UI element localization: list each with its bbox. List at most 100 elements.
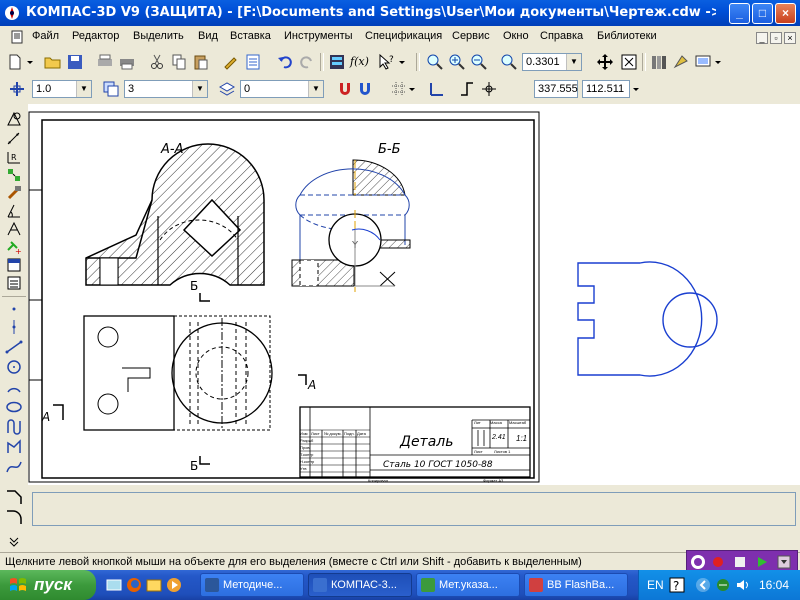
zoom-out-icon[interactable]: [470, 53, 488, 71]
tray-expand-icon[interactable]: [695, 577, 711, 593]
ortho-mode-icon[interactable]: [458, 80, 476, 98]
doc-minimize-button[interactable]: _: [756, 32, 768, 44]
task-button-4[interactable]: BB FlashBa...: [524, 573, 628, 597]
stop-icon[interactable]: [733, 555, 747, 569]
measure-tool-icon[interactable]: [5, 202, 23, 220]
menu-service[interactable]: Сервис: [452, 30, 490, 42]
explorer-icon[interactable]: [146, 577, 162, 593]
start-button[interactable]: пуск: [0, 570, 96, 600]
zoom-scale-icon[interactable]: [500, 53, 518, 71]
command-input-box[interactable]: [32, 492, 796, 526]
dimensions-tool-icon[interactable]: [5, 130, 23, 148]
record-icon[interactable]: [711, 555, 725, 569]
reports-tool-icon[interactable]: [5, 256, 23, 274]
ellipse-tool-icon[interactable]: [5, 398, 23, 416]
save-icon[interactable]: [66, 53, 84, 71]
arc-tool-icon[interactable]: [5, 378, 23, 396]
dropdown-arrow-icon[interactable]: [398, 53, 406, 71]
layer-icon[interactable]: [218, 80, 236, 98]
menu-help[interactable]: Справка: [540, 30, 583, 42]
play-icon[interactable]: [755, 555, 769, 569]
menu-insert[interactable]: Вставка: [230, 30, 271, 42]
zoom-window-icon[interactable]: [426, 53, 444, 71]
circle-tool-icon[interactable]: [5, 358, 23, 376]
media-player-icon[interactable]: [166, 577, 182, 593]
task-button-2[interactable]: КОМПАС-3...: [308, 573, 412, 597]
show-desktop-icon[interactable]: [106, 577, 122, 593]
variables-manager-icon[interactable]: [328, 53, 346, 71]
dropdown-arrow-icon[interactable]: [632, 80, 640, 98]
geometry-tool-icon[interactable]: [5, 110, 23, 128]
layer-combo[interactable]: 0 ▼: [240, 80, 324, 98]
chevron-down-icon[interactable]: ▼: [308, 81, 323, 97]
undo-icon[interactable]: [276, 53, 294, 71]
parametrization-tool-icon[interactable]: [5, 184, 23, 202]
copy-properties-icon[interactable]: [222, 53, 240, 71]
edit-tool-icon[interactable]: [5, 166, 23, 184]
properties-icon[interactable]: [244, 53, 262, 71]
help-icon[interactable]: ?: [669, 577, 685, 593]
insert-tool-icon[interactable]: [5, 274, 23, 292]
fillet-tool-icon[interactable]: [5, 508, 23, 526]
menu-view[interactable]: Вид: [198, 30, 218, 42]
minimize-button[interactable]: _: [729, 3, 750, 24]
print-preview-icon[interactable]: [96, 53, 114, 71]
formula-button[interactable]: f(x): [350, 55, 369, 68]
round-icon[interactable]: [480, 80, 498, 98]
menu-libraries[interactable]: Библиотеки: [597, 30, 657, 42]
menu-specification[interactable]: Спецификация: [365, 30, 442, 42]
select-tool-icon[interactable]: [5, 220, 23, 238]
doc-restore-button[interactable]: ▫: [770, 32, 782, 44]
menu-select[interactable]: Выделить: [133, 30, 184, 42]
dropdown-arrow-icon[interactable]: [26, 53, 34, 71]
dropdown-arrow-icon[interactable]: [714, 53, 722, 71]
coord-y-field[interactable]: 112.511: [582, 80, 630, 98]
segment-tool-icon[interactable]: [5, 338, 23, 356]
auxiliary-line-icon[interactable]: [5, 318, 23, 336]
language-indicator[interactable]: EN: [647, 578, 664, 592]
menu-window[interactable]: Окно: [503, 30, 529, 42]
menu-tools[interactable]: Инструменты: [284, 30, 353, 42]
bezier-tool-icon[interactable]: [5, 458, 23, 476]
grid-icon[interactable]: [390, 80, 408, 98]
chevron-down-icon[interactable]: ▼: [76, 81, 91, 97]
chevron-down-icon[interactable]: ▼: [192, 81, 207, 97]
view-state-icon[interactable]: [102, 80, 120, 98]
menu-file[interactable]: Файл: [32, 30, 59, 42]
document-icon[interactable]: [10, 30, 24, 44]
menu-chevron-icon[interactable]: [777, 555, 791, 569]
local-cs-icon[interactable]: [428, 80, 446, 98]
menu-editor[interactable]: Редактор: [72, 30, 119, 42]
chamfer-tool-icon[interactable]: [5, 488, 23, 506]
view-combo[interactable]: 3 ▼: [124, 80, 208, 98]
drawing-sheet[interactable]: Y: [28, 104, 800, 485]
polyline-tool-icon[interactable]: [5, 438, 23, 456]
open-folder-icon[interactable]: [44, 53, 62, 71]
display-settings-icon[interactable]: [694, 53, 712, 71]
zoom-combo[interactable]: 0.3301 ▼: [522, 53, 582, 71]
doc-close-button[interactable]: ×: [784, 32, 796, 44]
point-tool-icon[interactable]: [5, 300, 23, 318]
drawing-canvas[interactable]: Y А-А Б-Б Б Б А А Деталь Сталь 10 ГОСТ 1…: [28, 104, 800, 485]
clock[interactable]: 16:04: [759, 578, 789, 592]
task-button-3[interactable]: Мет.указа...: [416, 573, 520, 597]
zoom-in-icon[interactable]: [448, 53, 466, 71]
spec-tool-icon[interactable]: +: [5, 238, 23, 256]
geometry-check-icon[interactable]: [672, 53, 690, 71]
network-icon[interactable]: [715, 577, 731, 593]
designations-tool-icon[interactable]: R: [5, 148, 23, 166]
task-button-1[interactable]: Методиче...: [200, 573, 304, 597]
pan-icon[interactable]: [596, 53, 614, 71]
close-button[interactable]: ×: [775, 3, 796, 24]
step-combo[interactable]: 1.0 ▼: [32, 80, 92, 98]
snap-icon[interactable]: [8, 80, 26, 98]
more-tools-icon[interactable]: [5, 532, 23, 550]
title-bar[interactable]: КОМПАС-3D V9 (ЗАЩИТА) - [F:\Documents an…: [0, 0, 800, 26]
magnet-snap-icon[interactable]: [336, 80, 354, 98]
help-pointer-icon[interactable]: ?: [378, 53, 396, 71]
cut-icon[interactable]: [148, 53, 166, 71]
new-document-icon[interactable]: [6, 53, 24, 71]
volume-icon[interactable]: [735, 577, 751, 593]
show-all-icon[interactable]: [620, 53, 638, 71]
firefox-icon[interactable]: [126, 577, 142, 593]
